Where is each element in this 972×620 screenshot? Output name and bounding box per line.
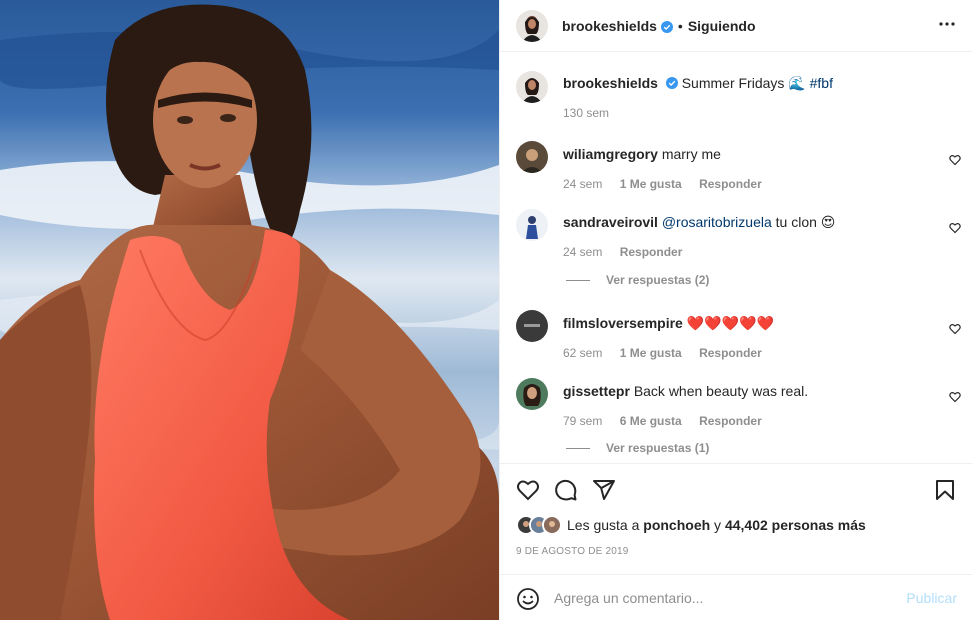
heart-icon[interactable]	[516, 478, 540, 502]
liker-username[interactable]: ponchoeh	[643, 517, 710, 533]
comment-input[interactable]	[554, 586, 894, 610]
view-replies-button[interactable]: Ver respuestas (2)	[566, 273, 709, 287]
post-header: brookeshields • Siguiendo	[500, 0, 972, 52]
verified-badge-icon	[665, 75, 678, 89]
view-replies-button[interactable]: Ver respuestas (1)	[566, 441, 709, 455]
reply-button[interactable]: Responder	[620, 245, 683, 259]
post-date[interactable]: 9 DE AGOSTO DE 2019	[516, 546, 629, 557]
commenter-username[interactable]: wiliamgregory	[563, 146, 658, 162]
author-avatar[interactable]	[516, 9, 548, 42]
more-options-icon[interactable]	[937, 14, 957, 34]
comment-time[interactable]: 79 sem	[563, 414, 602, 428]
post-photo[interactable]	[0, 0, 499, 620]
reply-button[interactable]: Responder	[699, 346, 762, 360]
comment-icon[interactable]	[554, 478, 578, 502]
comment-text: tu clon 😍	[771, 214, 836, 230]
likes-text: Les gusta a ponchoeh y 44,402 personas m…	[567, 517, 866, 533]
replies-divider	[566, 447, 590, 449]
likes-prefix: Les gusta a	[567, 517, 644, 533]
commenter-avatar[interactable]	[516, 310, 548, 342]
comment-like-heart-icon[interactable]	[949, 221, 961, 234]
liker-avatar[interactable]	[542, 515, 562, 535]
view-replies-label[interactable]: Ver respuestas (2)	[606, 273, 709, 287]
share-icon[interactable]	[592, 478, 616, 502]
commenter-avatar[interactable]	[516, 141, 548, 173]
replies-divider	[566, 279, 590, 281]
commenter-avatar[interactable]	[516, 209, 548, 241]
separator-dot: •	[677, 17, 683, 34]
commenter-username[interactable]: sandraveirovil	[563, 214, 658, 230]
reply-button[interactable]: Responder	[699, 414, 762, 428]
view-replies-label[interactable]: Ver respuestas (1)	[606, 441, 709, 455]
comment-like-heart-icon[interactable]	[949, 322, 961, 335]
commenter-username[interactable]: filmsloversempire	[563, 315, 683, 331]
comment-text: ❤️❤️❤️❤️❤️	[686, 315, 774, 331]
bookmark-icon[interactable]	[933, 478, 957, 502]
comment-likes[interactable]: 6 Me gusta	[620, 414, 682, 428]
likes-conj: y	[710, 517, 725, 533]
emoji-icon[interactable]	[516, 587, 540, 611]
post-actions: Les gusta a ponchoeh y 44,402 personas m…	[500, 463, 972, 573]
comment-like-heart-icon[interactable]	[949, 390, 961, 403]
comments-list[interactable]: brookeshields Summer Fridays 🌊 #fbf 130 …	[500, 53, 972, 463]
publish-button[interactable]: Publicar	[906, 590, 957, 606]
caption-avatar[interactable]	[516, 71, 548, 103]
caption-time[interactable]: 130 sem	[563, 106, 609, 120]
caption-username[interactable]: brookeshields	[563, 75, 658, 91]
caption-hashtag[interactable]: #fbf	[810, 75, 833, 91]
comment-time[interactable]: 62 sem	[563, 346, 602, 360]
comment-text: Back when beauty was real.	[633, 383, 809, 399]
post-detail-panel: brookeshields • Siguiendo brookeshields …	[499, 0, 972, 620]
reply-button[interactable]: Responder	[699, 177, 762, 191]
comment-time[interactable]: 24 sem	[563, 177, 602, 191]
comment-mention[interactable]: @rosaritobrizuela	[662, 214, 772, 230]
caption-text: Summer Fridays 🌊	[681, 75, 810, 91]
comment-likes[interactable]: 1 Me gusta	[620, 346, 682, 360]
likes-count[interactable]: 44,402 personas más	[725, 517, 866, 533]
add-comment-bar: Publicar	[500, 574, 972, 620]
commenter-avatar[interactable]	[516, 378, 548, 410]
commenter-username[interactable]: gissettepr	[563, 383, 630, 399]
comment-time[interactable]: 24 sem	[563, 245, 602, 259]
author-username[interactable]: brookeshields	[562, 18, 657, 34]
comment-likes[interactable]: 1 Me gusta	[620, 177, 682, 191]
following-button[interactable]: Siguiendo	[688, 18, 756, 34]
likes-summary: Les gusta a ponchoeh y 44,402 personas m…	[516, 515, 866, 535]
comment-text: marry me	[661, 146, 721, 162]
verified-badge-icon	[660, 20, 673, 33]
comment-like-heart-icon[interactable]	[949, 153, 961, 166]
